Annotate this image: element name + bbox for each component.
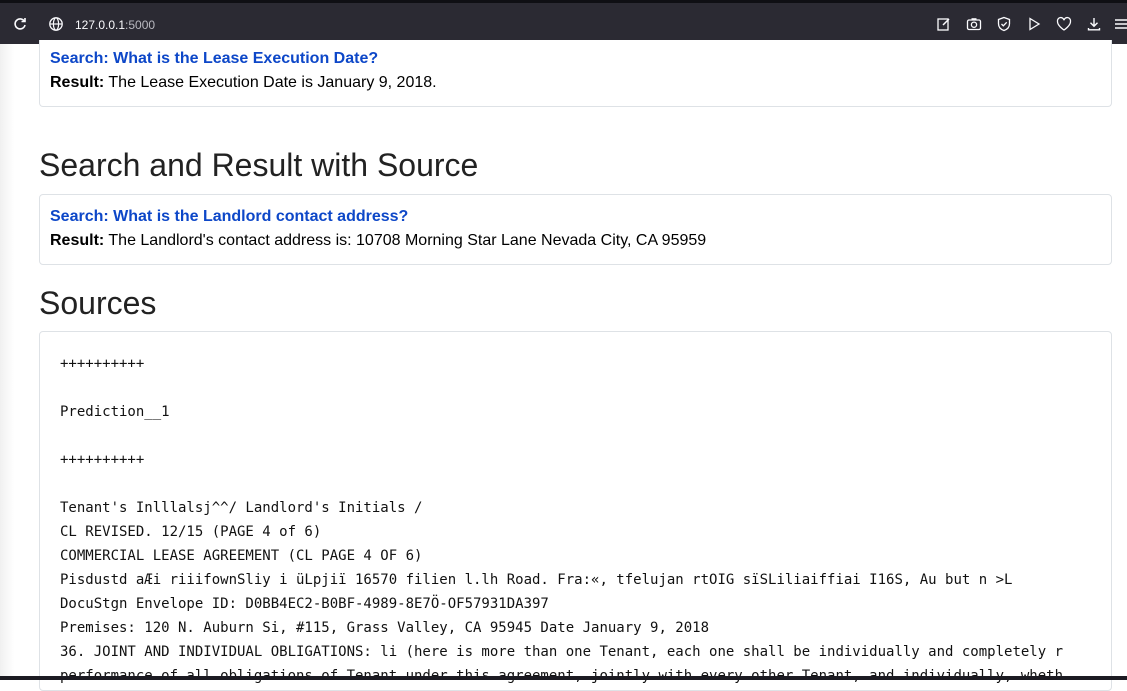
- search-label: Search:: [50, 50, 109, 67]
- globe-icon[interactable]: [48, 16, 64, 32]
- heart-icon[interactable]: [1055, 16, 1073, 34]
- reload-icon[interactable]: [12, 16, 28, 32]
- result-label: Result:: [50, 74, 105, 91]
- search-label: Search:: [50, 208, 109, 225]
- search-query: Search: What is the Lease Execution Date…: [50, 47, 1101, 71]
- source-line: Premises: 120 N. Auburn Si, #115, Grass …: [60, 620, 710, 636]
- section-title-search-with-source: Search and Result with Source: [39, 147, 479, 183]
- source-line: 36. JOINT AND INDIVIDUAL OBLIGATIONS: li…: [60, 644, 1064, 660]
- source-line: DocuStgn Envelope ID: D0BB4EC2-B0BF-4989…: [60, 596, 549, 612]
- search-result: Result: The Landlord's contact address i…: [50, 229, 1101, 253]
- shield-icon[interactable]: [995, 16, 1013, 34]
- page-gutter: [0, 44, 14, 680]
- download-icon[interactable]: [1085, 16, 1103, 34]
- source-line: CL REVISED. 12/15 (PAGE 4 of 6): [60, 524, 322, 540]
- browser-toolbar: 127.0.0.1:5000: [0, 0, 1127, 44]
- source-line: ++++++++++: [60, 452, 145, 468]
- source-line: COMMERCIAL LEASE AGREEMENT (CL PAGE 4 OF…: [60, 548, 423, 564]
- search-text: What is the Lease Execution Date?: [113, 50, 379, 67]
- search-result-card-with-source: Search: What is the Landlord contact add…: [39, 194, 1112, 265]
- screenshot-icon[interactable]: [965, 16, 983, 34]
- url-port: :5000: [125, 18, 156, 32]
- url-host: 127.0.0.1: [75, 18, 126, 32]
- search-text: What is the Landlord contact address?: [113, 208, 409, 225]
- edit-icon[interactable]: [935, 16, 953, 34]
- result-text: The Landlord's contact address is: 10708…: [108, 232, 707, 249]
- search-query: Search: What is the Landlord contact add…: [50, 205, 1101, 229]
- source-line: Pisdustd aÆi riiifownSliy i üLpjiï 16570…: [60, 572, 1013, 588]
- menu-icon[interactable]: [1113, 16, 1127, 34]
- window-bottom-edge: [0, 676, 1127, 680]
- section-title-sources: Sources: [39, 285, 157, 321]
- play-icon[interactable]: [1025, 16, 1043, 34]
- result-label: Result:: [50, 232, 105, 249]
- source-line: ++++++++++: [60, 356, 145, 372]
- source-line: Prediction__1: [60, 404, 170, 420]
- search-result-card: Search: What is the Lease Execution Date…: [39, 40, 1112, 107]
- source-line: Tenant's Inlllalsj^^/ Landlord's Initial…: [60, 500, 423, 516]
- url-bar[interactable]: 127.0.0.1:5000: [75, 17, 155, 33]
- sources-panel: ++++++++++ Prediction__1 ++++++++++ Tena…: [39, 331, 1112, 691]
- result-text: The Lease Execution Date is January 9, 2…: [108, 74, 437, 91]
- search-result: Result: The Lease Execution Date is Janu…: [50, 71, 1101, 95]
